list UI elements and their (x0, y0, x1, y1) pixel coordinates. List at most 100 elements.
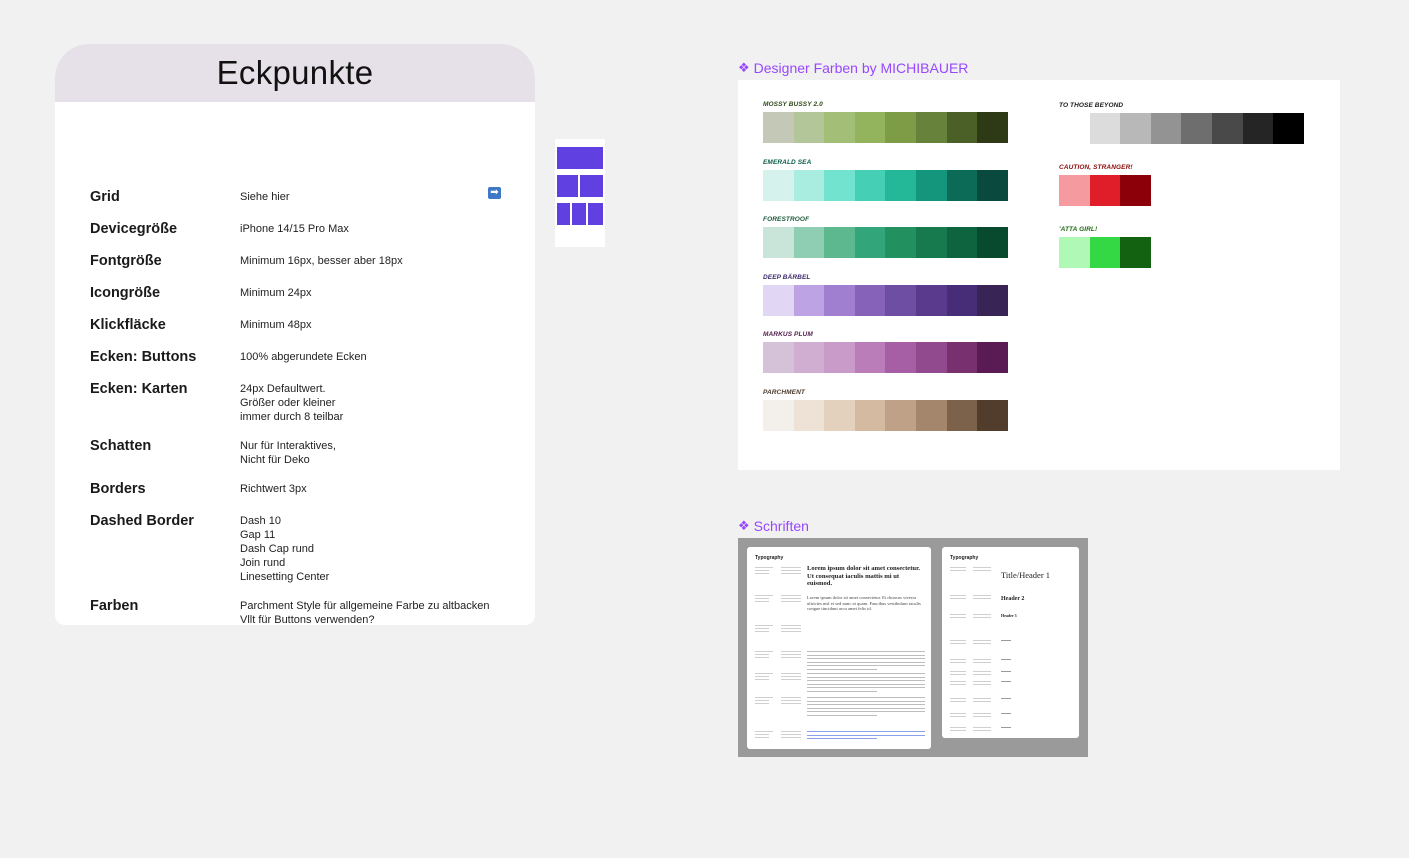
spec-line (973, 598, 991, 599)
color-swatch[interactable] (946, 400, 978, 431)
grid-block (580, 175, 603, 197)
color-swatch[interactable] (977, 285, 1008, 316)
spec-line (781, 595, 801, 596)
color-swatch[interactable] (915, 227, 947, 258)
color-swatch[interactable] (946, 170, 978, 201)
label-line (755, 731, 773, 732)
color-swatch[interactable] (1273, 113, 1304, 144)
color-swatch[interactable] (885, 342, 916, 373)
palette-group[interactable]: Parchment (763, 389, 1008, 431)
spec-value: Siehe hier (240, 190, 290, 204)
color-swatch[interactable] (793, 112, 825, 143)
fonts-section-title[interactable]: ❖ Schriften (738, 518, 809, 534)
spec-line (781, 570, 801, 571)
arrow-right-icon[interactable]: ➡ (488, 187, 501, 199)
label-line (950, 730, 966, 731)
color-swatch[interactable] (885, 227, 916, 258)
spec-value-line: Minimum 16px, besser aber 18px (240, 255, 403, 267)
color-swatch[interactable] (977, 342, 1008, 373)
color-swatch[interactable] (1089, 113, 1121, 144)
color-swatch[interactable] (915, 170, 947, 201)
color-swatch[interactable] (854, 170, 886, 201)
color-swatch[interactable] (824, 400, 855, 431)
color-swatch[interactable] (854, 227, 886, 258)
color-swatch[interactable] (1059, 113, 1090, 144)
color-swatch[interactable] (885, 170, 916, 201)
color-swatch[interactable] (763, 400, 794, 431)
color-swatch[interactable] (1181, 113, 1212, 144)
typography-card-left[interactable]: Typography Lorem ipsum dolor sit amet co… (747, 547, 931, 749)
color-swatch[interactable] (915, 285, 947, 316)
palette-group[interactable]: 'Atta Girl! (1059, 226, 1151, 268)
color-swatch[interactable] (763, 227, 794, 258)
typography-card-title: Typography (755, 555, 784, 561)
color-swatch[interactable] (824, 227, 855, 258)
palette-group[interactable]: Forestroof (763, 216, 1008, 258)
spec-value-line: Größer oder kleiner (240, 397, 336, 409)
spec-value-line: Nicht für Deko (240, 454, 310, 466)
color-swatch[interactable] (1120, 175, 1151, 206)
color-swatch[interactable] (824, 170, 855, 201)
color-swatch[interactable] (1089, 237, 1121, 268)
color-swatch[interactable] (885, 400, 916, 431)
color-swatch[interactable] (946, 112, 978, 143)
label-line (755, 679, 769, 680)
color-swatch[interactable] (1059, 175, 1090, 206)
color-swatch[interactable] (885, 112, 916, 143)
color-swatch[interactable] (854, 400, 886, 431)
color-swatch[interactable] (824, 342, 855, 373)
color-swatch[interactable] (1120, 113, 1151, 144)
palette-group[interactable]: Markus Plum (763, 331, 1008, 373)
style-sample-line (1001, 671, 1011, 672)
color-swatch[interactable] (763, 342, 794, 373)
color-swatch[interactable] (793, 342, 825, 373)
palette-group[interactable]: Deep Bärbel (763, 274, 1008, 316)
color-swatch[interactable] (915, 112, 947, 143)
color-swatch[interactable] (946, 342, 978, 373)
color-swatch[interactable] (1089, 175, 1121, 206)
color-swatch[interactable] (793, 227, 825, 258)
colors-section-title[interactable]: ❖ Designer Farben by MICHIBAUER (738, 60, 968, 76)
spec-value: Minimum 48px (240, 318, 312, 332)
color-swatch[interactable] (1242, 113, 1274, 144)
color-swatch[interactable] (854, 342, 886, 373)
color-swatch[interactable] (1120, 237, 1151, 268)
typography-card-right[interactable]: Typography Title/Header 1 Header 2 Heade… (942, 547, 1079, 738)
color-swatch[interactable] (1150, 113, 1182, 144)
color-swatch[interactable] (1211, 113, 1243, 144)
palette-frame[interactable]: Mossy Bussy 2.0 Emerald Sea Forestroof Deep… (738, 80, 1340, 470)
color-swatch[interactable] (793, 170, 825, 201)
color-swatch[interactable] (977, 227, 1008, 258)
color-swatch[interactable] (915, 400, 947, 431)
palette-name: Forestroof (763, 216, 810, 223)
palette-group[interactable]: To those beyond (1059, 102, 1304, 144)
palette-group[interactable]: Caution, Stranger! (1059, 164, 1151, 206)
palette-group[interactable]: Mossy Bussy 2.0 (763, 101, 1008, 143)
color-swatch[interactable] (1059, 237, 1090, 268)
spec-label: Devicegröße (90, 221, 178, 237)
color-swatch[interactable] (946, 285, 978, 316)
label-line (755, 657, 769, 658)
color-swatch[interactable] (793, 285, 825, 316)
label-line (755, 573, 769, 574)
palette-group[interactable]: Emerald Sea (763, 159, 1008, 201)
color-swatch[interactable] (977, 400, 1008, 431)
color-swatch[interactable] (915, 342, 947, 373)
grid-thumbnail[interactable] (555, 139, 605, 247)
color-swatch[interactable] (854, 285, 886, 316)
color-swatch[interactable] (977, 112, 1008, 143)
color-swatch[interactable] (763, 285, 794, 316)
typography-frame[interactable]: Typography Lorem ipsum dolor sit amet co… (738, 538, 1088, 757)
color-swatch[interactable] (824, 112, 855, 143)
color-swatch[interactable] (824, 285, 855, 316)
color-swatch[interactable] (793, 400, 825, 431)
color-swatch[interactable] (885, 285, 916, 316)
palette-swatches (1059, 175, 1151, 206)
color-swatch[interactable] (977, 170, 1008, 201)
spec-line (973, 567, 991, 568)
color-swatch[interactable] (854, 112, 886, 143)
color-swatch[interactable] (946, 227, 978, 258)
sample-heading: Lorem ipsum dolor sit amet consectetur. … (807, 565, 921, 588)
color-swatch[interactable] (763, 170, 794, 201)
color-swatch[interactable] (763, 112, 794, 143)
